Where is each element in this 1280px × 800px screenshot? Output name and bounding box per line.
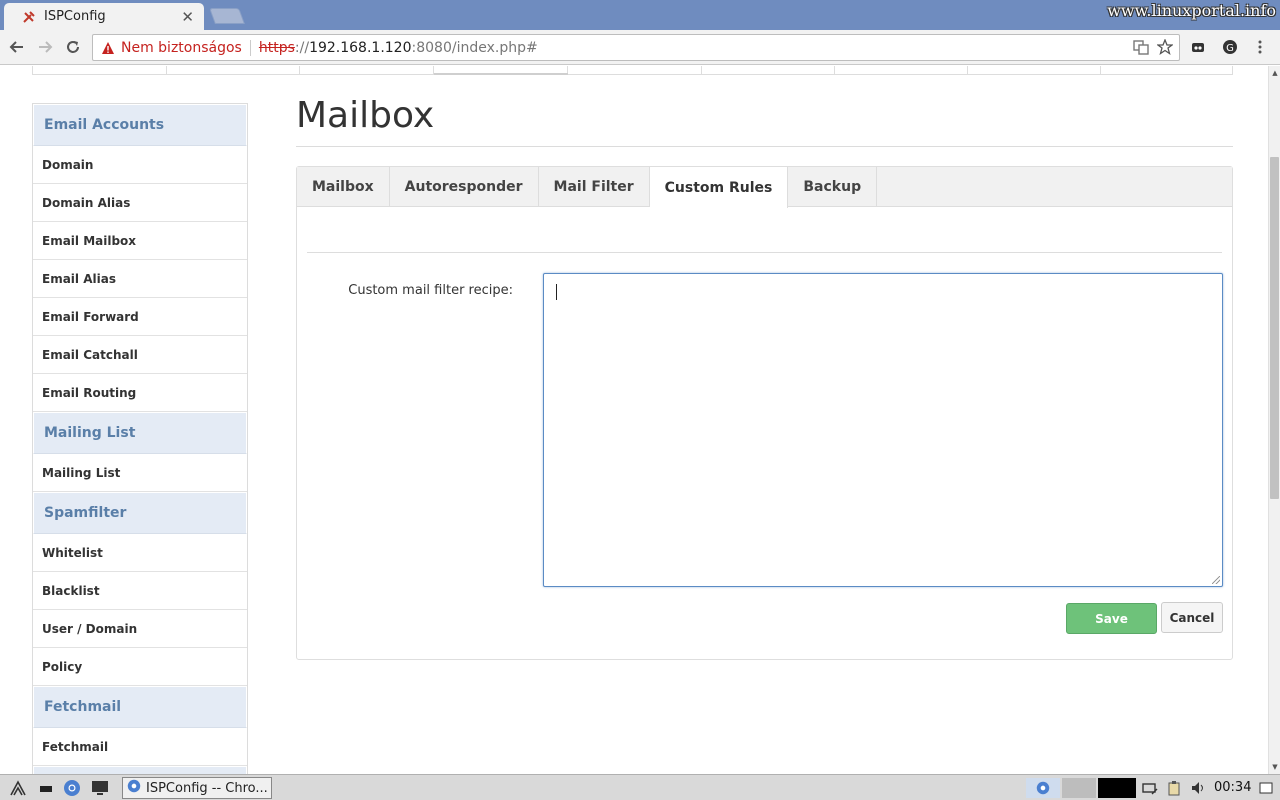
title-divider [296,146,1233,147]
scroll-thumb[interactable] [1270,157,1279,499]
sidebar-item-email-mailbox[interactable]: Email Mailbox [33,222,247,260]
sidebar-heading-next [33,766,247,774]
top-navigation-remnant [32,66,1233,75]
url-scheme: https [258,39,295,56]
url-scheme-separator: :// [294,39,310,56]
clipboard-icon[interactable] [1164,778,1184,798]
sidebar-item-mailing-list[interactable]: Mailing List [33,454,247,492]
sidebar-item-email-alias[interactable]: Email Alias [33,260,247,298]
save-button[interactable]: Save [1066,603,1157,634]
scroll-up-arrow-icon[interactable]: ▲ [1269,66,1280,80]
browser-tab-title: ISPConfig [44,9,106,24]
url-host: 192.168.1.120 [309,39,412,56]
start-menu-icon[interactable] [8,778,28,798]
page-content: Email Accounts Domain Domain Alias Email… [0,66,1268,774]
sidebar-heading-mailing-list: Mailing List [33,412,247,454]
grammarly-icon[interactable]: G [1220,37,1240,57]
menu-kebab-icon[interactable] [1250,37,1270,57]
new-tab-button[interactable] [209,8,245,24]
back-icon[interactable] [6,36,28,58]
main-header: Mailbox [296,96,1233,147]
sidebar-heading-fetchmail: Fetchmail [33,686,247,728]
sidebar-item-blacklist[interactable]: Blacklist [33,572,247,610]
scroll-down-arrow-icon[interactable]: ▼ [1269,760,1280,774]
sidebar-item-domain[interactable]: Domain [33,146,247,184]
address-bar[interactable]: Nem biztonságos https :// 192.168.1.120 … [92,34,1180,61]
show-desktop-icon[interactable] [36,778,56,798]
browser-toolbar: Nem biztonságos https :// 192.168.1.120 … [0,30,1280,65]
sidebar-heading-email-accounts: Email Accounts [33,104,247,146]
form-tabs: Mailbox Autoresponder Mail Filter Custom… [297,167,1232,208]
tab-custom-rules[interactable]: Custom Rules [649,167,789,208]
extension-icon[interactable] [1188,37,1208,57]
network-icon[interactable] [1140,778,1160,798]
resize-grip-icon[interactable] [1212,576,1220,584]
tray-chrome-icon[interactable] [1026,778,1060,798]
translate-icon[interactable] [1133,39,1149,59]
sidebar-item-email-catchall[interactable]: Email Catchall [33,336,247,374]
page-scrollbar[interactable]: ▲ ▼ [1268,66,1280,774]
volume-icon[interactable] [1188,778,1208,798]
url-path: :8080/index.php# [411,39,538,56]
custom-recipe-textarea[interactable] [543,273,1223,587]
mailbox-form-panel: Mailbox Autoresponder Mail Filter Custom… [296,166,1233,660]
custom-recipe-label: Custom mail filter recipe: [348,283,513,298]
close-tab-icon[interactable]: ✕ [181,8,194,26]
sidebar-item-email-routing[interactable]: Email Routing [33,374,247,412]
chrome-launcher-icon[interactable] [62,778,82,798]
forward-icon[interactable] [34,36,56,58]
tab-autoresponder[interactable]: Autoresponder [390,167,539,207]
tools-favicon-icon [22,10,36,24]
form-divider [307,252,1222,253]
reload-icon[interactable] [62,36,84,58]
sidebar-item-user-domain[interactable]: User / Domain [33,610,247,648]
sidebar-item-fetchmail[interactable]: Fetchmail [33,728,247,766]
sidebar-item-email-forward[interactable]: Email Forward [33,298,247,336]
page-title: Mailbox [296,95,435,136]
cancel-button[interactable]: Cancel [1161,602,1223,633]
sidebar-item-domain-alias[interactable]: Domain Alias [33,184,247,222]
taskbar-clock: 00:34 [1214,780,1252,795]
not-secure-label: Nem biztonságos [121,39,242,56]
taskbar-window-title: ISPConfig -- Chro... [146,780,268,796]
site-watermark: www.linuxportal.info [1107,1,1276,20]
browser-tab-strip: ISPConfig ✕ www.linuxportal.info [0,0,1280,30]
browser-tab-ispconfig[interactable]: ISPConfig ✕ [4,3,204,30]
terminal-launcher-icon[interactable] [90,778,110,798]
desktop-switcher-icon[interactable] [1256,778,1276,798]
tray-workspace-2[interactable] [1098,778,1136,798]
sidebar-item-policy[interactable]: Policy [33,648,247,686]
text-caret [556,284,557,300]
omnibox-separator [249,39,251,56]
tab-mailbox[interactable]: Mailbox [297,167,390,207]
tab-backup[interactable]: Backup [788,167,878,207]
sidebar-heading-spamfilter: Spamfilter [33,492,247,534]
sidebar-item-whitelist[interactable]: Whitelist [33,534,247,572]
bookmark-star-icon[interactable] [1156,38,1174,59]
svg-text:G: G [1226,43,1234,54]
chrome-window-icon [127,779,141,797]
warning-icon [102,41,114,54]
taskbar-window-chrome[interactable]: ISPConfig -- Chro... [122,777,272,799]
sidebar: Email Accounts Domain Domain Alias Email… [32,103,248,774]
tab-mail-filter[interactable]: Mail Filter [539,167,650,207]
tray-workspace-1[interactable] [1062,778,1096,798]
os-taskbar: ISPConfig -- Chro... 00:34 [0,774,1280,800]
